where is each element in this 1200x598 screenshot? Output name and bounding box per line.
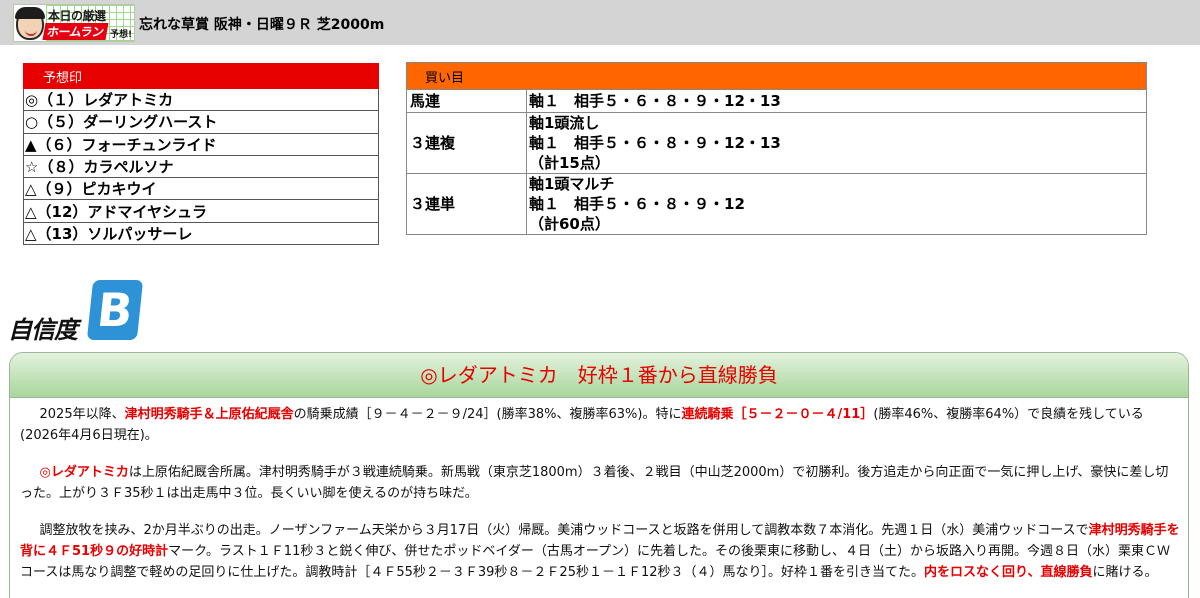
homerun-logo[interactable]: 本日の厳選 ホームラン 予想! [13,4,135,42]
logo-text-top: 本日の厳選 [48,9,106,23]
pick-row: △（13）ソルパッサーレ [23,221,379,246]
bets-table: 買い目 馬連 軸１ 相手５・６・８・９・12・13 ３連複 軸1頭流し 軸１ 相… [406,62,1147,235]
bet-line: （計60点） [529,215,610,233]
race-title: 忘れな草賞 阪神・日曜９Ｒ 芝2000m [139,17,385,33]
text-span: に賭ける。 [1092,565,1158,580]
bet-line: 軸1頭マルチ [529,175,615,193]
bet-detail: 軸1頭マルチ 軸１ 相手５・６・８・９・12 （計60点） [526,173,1147,235]
pick-row: ☆（８）カラペルソナ [23,154,379,179]
bet-detail: 軸１ 相手５・６・８・９・12・13 [526,89,1147,113]
pick-row: ◎（１）レダアトミカ [23,87,379,112]
highlight-text: 連続騎乗［５－２－０－４/11］ [681,407,874,422]
bet-line: （計15点） [529,154,610,172]
text-span: 調整放牧を挟み、2か月半ぶりの出走。ノーザンファーム天栄から３月17日（火）帰厩… [39,523,1089,538]
bet-type: ３連複 [406,112,527,174]
header-bar: 本日の厳選 ホームラン 予想! 忘れな草賞 阪神・日曜９Ｒ 芝2000m [0,0,1200,45]
picks-table: 予想印 ◎（１）レダアトミカ ○（５）ダーリングハースト ▲（６）フォーチュンラ… [23,63,379,246]
highlight-text: 内をロスなく回り、直線勝負 [924,565,1093,580]
confidence-grade-badge: B [86,280,144,340]
bet-line: 軸１ 相手５・６・８・９・12 [529,195,745,213]
pick-row: ▲（６）フォーチュンライド [23,132,379,156]
bet-detail: 軸1頭流し 軸１ 相手５・６・８・９・12・13 （計15点） [526,112,1147,174]
bet-line: 軸１ 相手５・６・８・９・12・13 [529,134,781,152]
pick-row: ○（５）ダーリングハースト [23,110,379,134]
comment-panel: ◎レダアトミカ 好枠１番から直線勝負 2025年以降、津村明秀騎手＆上原佑紀厩舎… [9,352,1189,598]
bet-line: 軸１ 相手５・６・８・９・12・13 [529,92,781,110]
bets-heading: 買い目 [406,62,1147,90]
picks-heading: 予想印 [23,63,379,89]
pick-row: △（12）アドマイヤシュラ [23,199,379,223]
tipster-face-icon [15,7,45,40]
text-span: 2025年以降、 [39,407,125,422]
comment-paragraph: 調整放牧を挟み、2か月半ぶりの出走。ノーザンファーム天栄から３月17日（火）帰厩… [20,520,1180,583]
highlight-text: ◎レダアトミカ [39,465,129,480]
comment-paragraph: 2025年以降、津村明秀騎手＆上原佑紀厩舎の騎乗成績［９－４－２－９/24］(勝… [20,404,1180,446]
pick-row: △（９）ピカキウイ [23,177,379,201]
bet-type: 馬連 [406,89,527,113]
confidence-label: 自信度 [8,316,78,344]
text-span: は上原佑紀厩舎所属。津村明秀騎手が３戦連続騎乗。新馬戦（東京芝1800m）３着後… [20,465,1169,501]
text-span: の騎乗成績［９－４－２－９/24］(勝率38%、複勝率63%)。特に [293,407,682,422]
highlight-text: 津村明秀騎手＆上原佑紀厩舎 [124,407,294,422]
confidence-rating: 自信度 B [8,280,148,344]
confidence-grade: B [94,283,136,337]
logo-text-sub: 予想! [110,30,133,40]
bet-type: ３連単 [406,173,527,235]
comment-body: 2025年以降、津村明秀騎手＆上原佑紀厩舎の騎乗成績［９－４－２－９/24］(勝… [10,398,1188,583]
comment-paragraph: ◎レダアトミカは上原佑紀厩舎所属。津村明秀騎手が３戦連続騎乗。新馬戦（東京芝18… [20,462,1180,504]
logo-text-main: ホームラン [42,23,109,40]
comment-title: ◎レダアトミカ 好枠１番から直線勝負 [10,353,1188,398]
bet-line: 軸1頭流し [529,114,600,132]
